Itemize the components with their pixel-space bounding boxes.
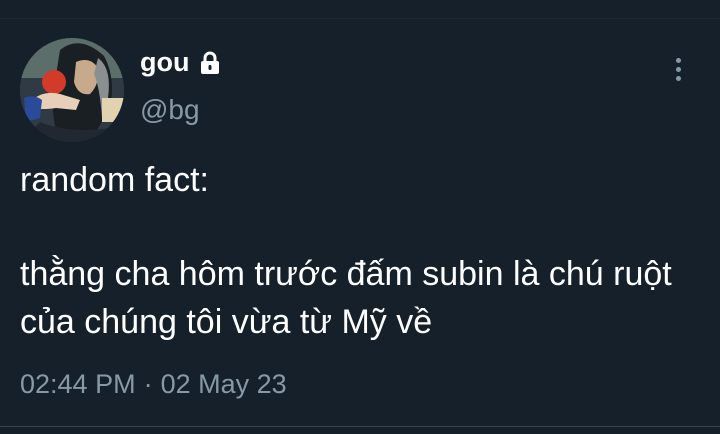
tweet-card: gou @bg random fact: thằng cha hôm trước… (0, 0, 720, 434)
timestamp-separator: · (143, 369, 153, 399)
lock-icon (197, 50, 223, 76)
avatar[interactable] (20, 38, 124, 142)
tweet-date[interactable]: 02 May 23 (161, 364, 287, 404)
more-vertical-icon-dot (675, 75, 681, 81)
name-row: gou (140, 44, 223, 80)
avatar-image (20, 38, 124, 142)
more-options-button[interactable] (664, 52, 692, 86)
bottom-divider (0, 426, 720, 427)
tweet-text-line1: random fact: (20, 161, 209, 199)
timestamp: 02:44 PM · 02 May 23 (20, 364, 287, 404)
tweet-text-line2: thằng cha hôm trước đấm subin là chú ruộ… (20, 255, 672, 341)
display-name[interactable]: gou (140, 44, 189, 80)
more-vertical-icon-dot (675, 66, 681, 72)
more-vertical-icon (675, 57, 681, 63)
top-divider (0, 18, 720, 19)
tweet-time[interactable]: 02:44 PM (20, 364, 136, 404)
user-handle[interactable]: @bg (140, 92, 200, 128)
